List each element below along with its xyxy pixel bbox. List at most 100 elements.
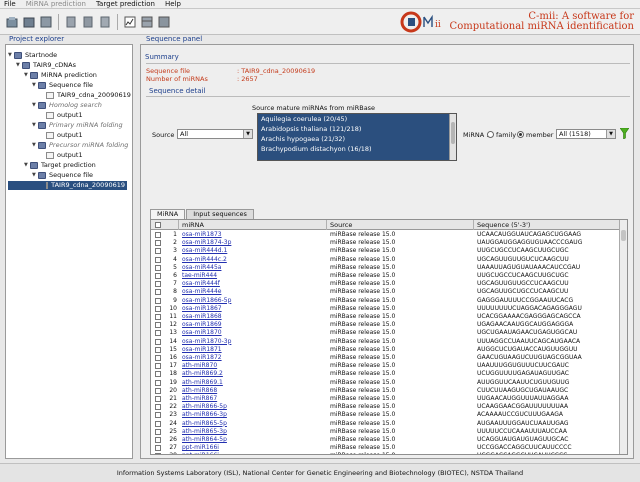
row-checkbox[interactable] xyxy=(155,396,161,402)
list-item[interactable]: Aquilegia coerulea (20/45) xyxy=(258,114,456,124)
table-row[interactable]: 27 ppt-miR166i miRBase release 15.0 UCCGGAC… xyxy=(151,444,621,452)
column-header-sequence[interactable]: Sequence (5'-3') xyxy=(474,220,621,230)
tree-node-target-sequence-file[interactable]: ▼ Sequence file xyxy=(32,171,93,180)
row-checkbox[interactable] xyxy=(155,289,161,296)
mirna-link[interactable]: osa-miR1870-3p xyxy=(182,338,231,346)
menu-target-prediction[interactable]: Target prediction xyxy=(96,0,155,8)
table-row[interactable]: 2 osa-miR1874-3p miRBase release 15.0 UAUGG… xyxy=(151,239,621,247)
mirna-link[interactable]: tae-miR444 xyxy=(182,272,217,280)
print-button[interactable] xyxy=(98,15,112,29)
chart-button[interactable] xyxy=(123,15,137,29)
list-item[interactable]: Arabidopsis thaliana (121/218) xyxy=(258,124,456,134)
column-header-mirna[interactable]: miRNA xyxy=(179,220,327,230)
table-row[interactable]: 28 ppt-miR166j miRBase release 15.0 UCGGACC… xyxy=(151,452,621,454)
row-checkbox[interactable] xyxy=(155,322,161,329)
table-row[interactable]: 25 ath-miR865-3p miRBase release 15.0 UUUUU… xyxy=(151,428,621,436)
table-row[interactable]: 12 osa-miR1869 miRBase release 15.0 UGAGAAC… xyxy=(151,321,621,329)
mirna-link[interactable]: ath-miR866-5p xyxy=(182,403,227,411)
menu-mirna-prediction[interactable]: MiRNA prediction xyxy=(26,0,86,8)
table-row[interactable]: 17 ath-miR870 miRBase release 15.0 UAAUUUGG… xyxy=(151,362,621,370)
table-row[interactable]: 11 osa-miR1868 miRBase release 15.0 UCACGGA… xyxy=(151,313,621,321)
table-row[interactable]: 1 osa-miR1873 miRBase release 15.0 UCAACAUG… xyxy=(151,231,621,239)
mirna-link[interactable]: ppt-miR166i xyxy=(182,444,219,452)
mirna-link[interactable]: osa-miR444c.2 xyxy=(182,256,227,264)
select-all-checkbox[interactable] xyxy=(155,222,161,228)
mirna-link[interactable]: ath-miR865-3p xyxy=(182,428,227,436)
table-button[interactable] xyxy=(140,15,154,29)
list-scrollbar[interactable] xyxy=(449,114,456,160)
tree-node-sequence-file[interactable]: ▼ Sequence file xyxy=(32,81,93,90)
row-checkbox[interactable] xyxy=(155,281,161,288)
row-checkbox[interactable] xyxy=(155,264,161,271)
mirna-link[interactable]: ath-miR864-5p xyxy=(182,436,227,444)
row-checkbox[interactable] xyxy=(155,363,161,370)
row-checkbox[interactable] xyxy=(155,387,161,394)
row-checkbox[interactable] xyxy=(155,240,161,247)
table-row[interactable]: 4 osa-miR444c.2 miRBase release 15.0 UGCAGU… xyxy=(151,256,621,264)
table-row[interactable]: 7 osa-miR444f miRBase release 15.0 UGCAGUUG… xyxy=(151,280,621,288)
table-row[interactable]: 19 ath-miR869.1 miRBase release 15.0 AUUGGU… xyxy=(151,379,621,387)
mirna-link[interactable]: osa-miR1866-5p xyxy=(182,297,231,305)
mirna-link[interactable]: osa-miR444d.1 xyxy=(182,247,227,255)
export-button[interactable] xyxy=(81,15,95,29)
member-radio[interactable] xyxy=(517,131,524,138)
tree-node-tair9-cdna[interactable]: TAIR9_cdna_20090619 xyxy=(46,91,131,100)
row-checkbox[interactable] xyxy=(155,248,161,255)
row-checkbox[interactable] xyxy=(155,330,161,337)
table-row[interactable]: 22 ath-miR866-5p miRBase release 15.0 UCAAG… xyxy=(151,403,621,411)
mirna-link[interactable]: osa-miR1872 xyxy=(182,354,222,362)
open-button[interactable] xyxy=(22,15,36,29)
table-row[interactable]: 24 ath-miR865-5p miRBase release 15.0 AUGAA… xyxy=(151,420,621,428)
filter-button[interactable] xyxy=(619,127,630,140)
tree-node-target-prediction[interactable]: ▼ Target prediction xyxy=(24,161,96,170)
mirna-link[interactable]: osa-miR1873 xyxy=(182,231,222,239)
mirna-link[interactable]: ath-miR869.1 xyxy=(182,379,223,387)
new-project-button[interactable] xyxy=(5,15,19,29)
scroll-thumb[interactable] xyxy=(451,122,455,144)
run-button[interactable] xyxy=(64,15,78,29)
table-row[interactable]: 21 ath-miR867 miRBase release 15.0 UUGAACAU… xyxy=(151,395,621,403)
scroll-thumb[interactable] xyxy=(621,230,626,241)
mirna-link[interactable]: ath-miR865-5p xyxy=(182,420,227,428)
row-checkbox[interactable] xyxy=(155,453,161,454)
row-checkbox[interactable] xyxy=(155,355,161,361)
table-row[interactable]: 20 ath-miR868 miRBase release 15.0 CUUCUUAA… xyxy=(151,387,621,395)
tree-node-output1[interactable]: output1 xyxy=(46,111,83,120)
tree-node-homolog-search[interactable]: ▼ Homolog search xyxy=(32,101,102,110)
mirna-link[interactable]: osa-miR1868 xyxy=(182,313,222,321)
row-checkbox[interactable] xyxy=(155,273,161,279)
mirna-link[interactable]: ath-miR866-3p xyxy=(182,411,227,419)
mirna-link[interactable]: osa-miR444e xyxy=(182,288,221,296)
mirna-link[interactable]: osa-miR1874-3p xyxy=(182,239,231,247)
row-checkbox[interactable] xyxy=(155,412,161,419)
tree-node-precursor-mirna-folding[interactable]: ▼ Precursor miRNA folding xyxy=(32,141,128,150)
select-all-column[interactable] xyxy=(151,220,179,230)
row-checkbox[interactable] xyxy=(155,379,161,386)
member-select[interactable]: All (1518) ▼ xyxy=(556,129,616,139)
list-item[interactable]: Brachypodium distachyon (16/18) xyxy=(258,144,456,154)
table-row[interactable]: 8 osa-miR444e miRBase release 15.0 UGCAGUUG… xyxy=(151,288,621,296)
row-checkbox[interactable] xyxy=(155,314,161,320)
row-checkbox[interactable] xyxy=(155,232,161,238)
tree-node-target-tair9-cdna-selected[interactable]: TAIR9_cdna_20090619 xyxy=(8,181,127,190)
tree-node-project[interactable]: ▼ TAIR9_cDNAs xyxy=(16,61,76,70)
mirna-link[interactable]: ath-miR868 xyxy=(182,387,217,395)
mirna-link[interactable]: osa-miR1867 xyxy=(182,305,222,313)
source-select[interactable]: All ▼ xyxy=(177,129,253,139)
tab-mirna[interactable]: MiRNA xyxy=(150,209,186,219)
menu-file[interactable]: File xyxy=(4,0,16,8)
row-checkbox[interactable] xyxy=(155,404,161,411)
table-row[interactable]: 15 osa-miR1871 miRBase release 15.0 AUGGCUC… xyxy=(151,346,621,354)
table-row[interactable]: 26 ath-miR864-5p miRBase release 15.0 UCAGG… xyxy=(151,436,621,444)
table-scrollbar[interactable] xyxy=(619,220,627,454)
row-checkbox[interactable] xyxy=(155,256,161,263)
mirna-link[interactable]: ath-miR869.2 xyxy=(182,370,223,378)
table-row[interactable]: 9 osa-miR1866-5p miRBase release 15.0 GAGGG… xyxy=(151,297,621,305)
family-radio[interactable] xyxy=(487,131,494,138)
mirna-link[interactable]: ppt-miR166j xyxy=(182,452,219,454)
table-row[interactable]: 6 tae-miR444 miRBase release 15.0 UUGCUGCCU… xyxy=(151,272,621,280)
mirna-link[interactable]: ath-miR870 xyxy=(182,362,217,370)
table-row[interactable]: 5 osa-miR445a miRBase release 15.0 UAAAUUAG… xyxy=(151,264,621,272)
mirna-link[interactable]: osa-miR1871 xyxy=(182,346,222,354)
tree-node-primary-mirna-folding[interactable]: ▼ Primary miRNA folding xyxy=(32,121,123,130)
